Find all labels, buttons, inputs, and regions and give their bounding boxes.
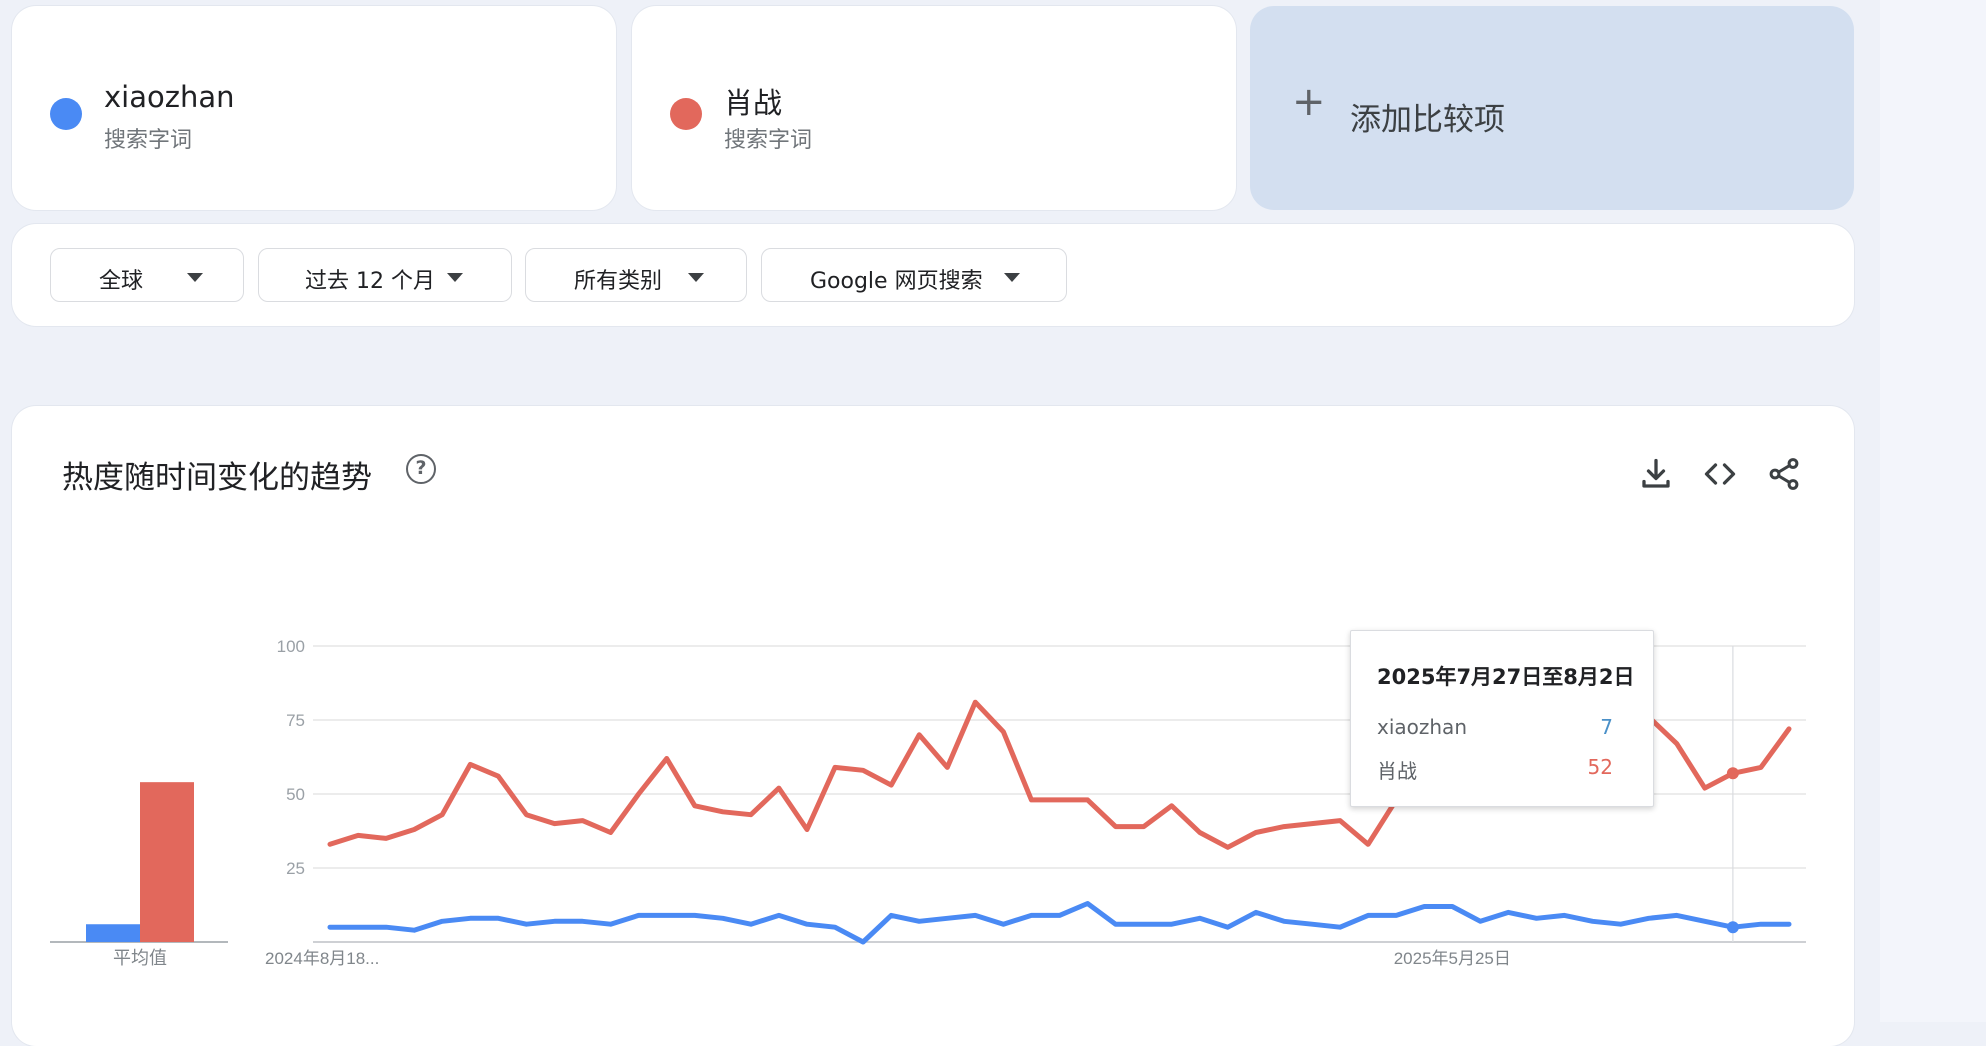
- tooltip-series-value: 7: [1600, 715, 1613, 739]
- series-line-xiaozhan: [327, 901, 1792, 945]
- y-tick-label: 100: [277, 637, 305, 656]
- avg-category-label: 平均值: [113, 948, 167, 969]
- highlight-point-xiaozhan-cn: [1726, 767, 1739, 780]
- avg-bar-xiaozhan: [86, 924, 140, 942]
- highlight-point-xiaozhan: [1726, 921, 1739, 934]
- avg-bar-xiaozhan-cn: [140, 782, 194, 942]
- tooltip-date: 2025年7月27日至8月2日: [1377, 665, 1635, 689]
- tooltip-series-value: 52: [1587, 755, 1613, 779]
- x-tick-label: 2025年5月25日: [1394, 949, 1511, 968]
- x-tick-label: 2024年8月18...: [265, 949, 379, 968]
- y-tick-label: 75: [286, 711, 305, 730]
- trend-chart[interactable]: 25 50 75 100 2024年8月18... 2025年5月25日 平均值: [0, 0, 1986, 1022]
- chart-tooltip: 2025年7月27日至8月2日 xiaozhan 7 肖战 52: [1350, 630, 1654, 807]
- tooltip-series-name: xiaozhan: [1377, 715, 1467, 739]
- tooltip-series-name: 肖战: [1377, 759, 1417, 783]
- y-tick-label: 25: [286, 859, 305, 878]
- y-tick-label: 50: [286, 785, 305, 804]
